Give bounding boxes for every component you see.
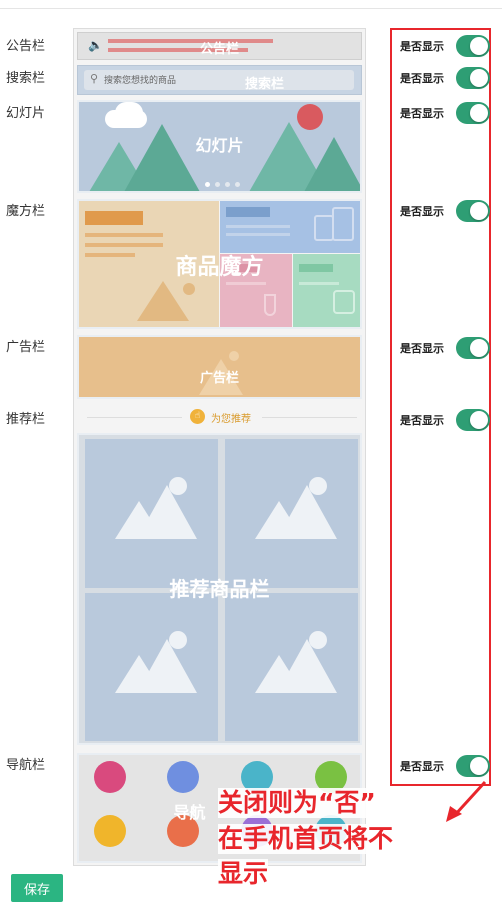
magic-cell-top-right [220,201,360,253]
toggle-highlight-box [390,28,491,786]
toggle-label: 是否显示 [400,342,444,355]
thumbs-up-icon: ☝ [190,409,205,424]
toggle-knob [470,69,488,87]
recommend-display-toggle[interactable] [456,409,490,431]
search-bar-label: 搜索栏 [244,77,284,92]
toggle-label: 是否显示 [400,205,444,218]
row-label-ad: 广告栏 [6,340,46,355]
top-divider [0,8,502,9]
notice-bar-label: 公告栏 [199,42,239,57]
toggle-row-nav: 是否显示 [400,755,490,777]
sun-shape [229,351,239,361]
magic-cube-label: 商品魔方 [175,255,264,280]
product-tile [225,439,358,588]
toggle-row-ad: 是否显示 [400,337,490,359]
preview-search-bar: ⚲ 搜索您想找的商品 搜索栏 [77,65,362,95]
product-tile [225,593,358,741]
save-button[interactable]: 保存 [11,874,63,902]
toggle-knob [470,339,488,357]
wine-icon [264,294,276,316]
preview-magic-cube: 商品魔方 [77,199,362,329]
toggle-row-notice: 是否显示 [400,35,490,57]
row-label-magic: 魔方栏 [6,204,46,219]
toggle-knob [470,411,488,429]
toggle-label: 是否显示 [400,760,444,773]
recommend-grid-label: 推荐商品栏 [169,577,270,601]
ad-display-toggle[interactable] [456,337,490,359]
search-icon: ⚲ [90,72,99,85]
toggle-row-slider: 是否显示 [400,102,490,124]
preview-recommend-header: ☝ 为您推荐 [77,405,362,429]
row-label-nav: 导航栏 [6,758,46,773]
toggle-row-recommend: 是否显示 [400,409,490,431]
row-label-search: 搜索栏 [6,71,46,86]
notice-display-toggle[interactable] [456,35,490,57]
preview-slider: 幻灯片 [77,100,362,193]
product-tile [85,593,218,741]
preview-ad-bar: 广告栏 [77,335,362,399]
mobile-preview: 🔈 公告栏 ⚲ 搜索您想找的商品 搜索栏 幻灯片 商品魔方 广告栏 ☝ 为您推荐… [73,28,366,866]
toggle-row-search: 是否显示 [400,67,490,89]
toggle-label: 是否显示 [400,414,444,427]
cloud-shape [115,102,143,124]
slider-dots [205,182,240,187]
tag-icon [94,761,126,793]
bag-icon [314,215,334,241]
recommend-header-label: 为您推荐 [211,414,251,425]
slider-label: 幻灯片 [195,136,244,155]
ad-bar-label: 广告栏 [199,371,239,386]
slider-display-toggle[interactable] [456,102,490,124]
settings-page: 公告栏 搜索栏 幻灯片 魔方栏 广告栏 推荐栏 导航栏 🔈 公告栏 ⚲ 搜索您想… [0,0,502,902]
product-tile [85,439,218,588]
toggle-knob [470,757,488,775]
toggle-label: 是否显示 [400,107,444,120]
toggle-knob [470,104,488,122]
phone-icon [167,761,199,793]
annotation-line: 显示 [218,859,269,889]
annotation-line: 关闭则为“否” [218,788,376,818]
row-label-recommend: 推荐栏 [6,412,46,427]
toggle-row-magic: 是否显示 [400,200,490,222]
row-label-slider: 幻灯片 [6,106,46,121]
magic-display-toggle[interactable] [456,200,490,222]
annotation-line: 在手机首页将不 [218,824,394,854]
toggle-label: 是否显示 [400,40,444,53]
toggle-label: 是否显示 [400,72,444,85]
preview-recommend-grid: 推荐商品栏 [77,433,362,745]
row-label-notice: 公告栏 [6,39,46,54]
search-display-toggle[interactable] [456,67,490,89]
toggle-knob [470,202,488,220]
preview-notice-bar: 🔈 公告栏 [77,32,362,60]
toggle-knob [470,37,488,55]
annotation-arrow [446,780,487,822]
nav-display-toggle[interactable] [456,755,490,777]
cup-icon [333,290,355,314]
bag-icon [332,207,354,241]
